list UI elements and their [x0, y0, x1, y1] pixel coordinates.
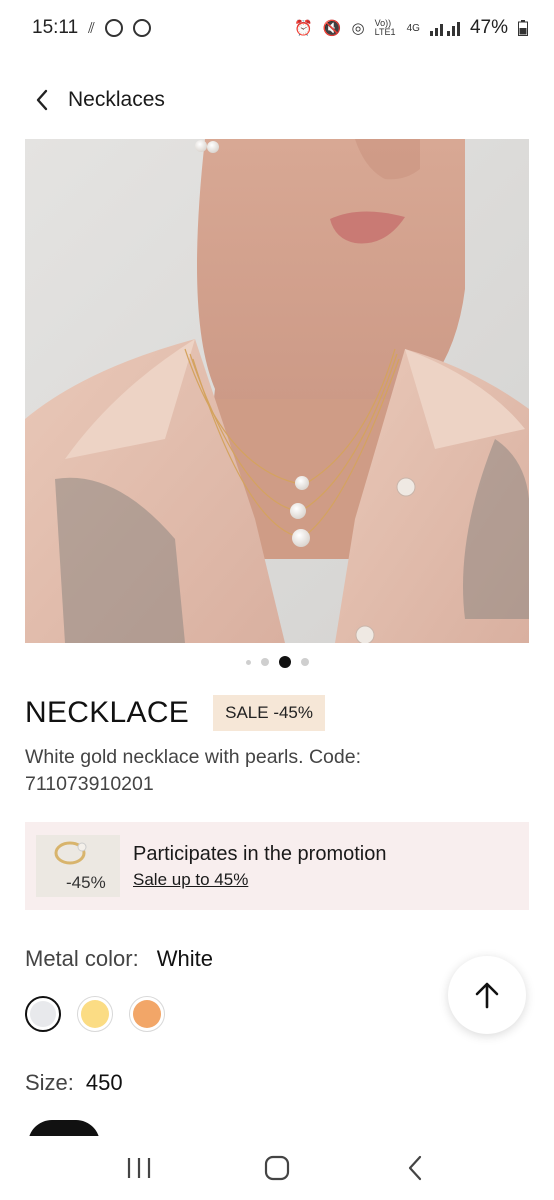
home-button[interactable]: [257, 1148, 297, 1188]
promotion-thumbnail-discount: -45%: [66, 873, 106, 892]
carousel-indicator: [0, 655, 554, 669]
product-photo-illustration: [25, 139, 529, 643]
status-left: 15:11 ⫽: [32, 17, 151, 39]
signal-icon: [429, 20, 460, 36]
mute-icon: 🔇: [322, 20, 342, 37]
recent-apps-icon: [127, 1158, 151, 1178]
promotion-texts: Participates in the promotion Sale up to…: [133, 843, 386, 890]
system-navigation-bar: [0, 1136, 554, 1200]
viber-icon-2: [132, 19, 151, 37]
home-icon: [264, 1155, 290, 1181]
network-4g-label: 4G: [406, 22, 420, 34]
carousel-dot[interactable]: [300, 658, 309, 666]
metal-color-row: Metal color: White: [25, 946, 213, 972]
carousel-dot-active[interactable]: [278, 656, 291, 668]
battery-icon: [518, 20, 528, 36]
carousel-dot[interactable]: [245, 659, 251, 665]
volte-label: Vo)) LTE1: [374, 18, 396, 37]
metal-color-swatches: [25, 996, 165, 1032]
product-name: NECKLACE: [25, 696, 190, 729]
app-header: Necklaces: [0, 72, 554, 128]
size-value: 450: [85, 1070, 123, 1095]
hotspot-icon: ◎: [351, 20, 365, 37]
promotion-title: Participates in the promotion: [133, 842, 387, 865]
metal-color-label: Metal color:: [25, 946, 139, 971]
promotion-thumbnail: -45%: [36, 835, 120, 897]
chevron-left-icon: [36, 89, 48, 111]
swatch-white[interactable]: [25, 996, 61, 1032]
arrow-up-icon: [475, 982, 499, 1009]
promotion-card[interactable]: -45% Participates in the promotion Sale …: [25, 822, 529, 910]
carousel-dot[interactable]: [260, 658, 269, 666]
product-description: White gold necklace with pearls. Code: 7…: [25, 746, 362, 795]
back-arrow-icon: [408, 1155, 422, 1181]
sale-badge: SALE -45%: [213, 695, 326, 731]
system-back-button[interactable]: [395, 1148, 435, 1188]
product-image[interactable]: [25, 139, 529, 643]
status-right: ⏰ 🔇 ◎ Vo)) LTE1 4G 47%: [294, 17, 528, 39]
swatch-yellow[interactable]: [77, 996, 113, 1032]
metal-color-value: White: [156, 946, 213, 971]
size-label: Size:: [25, 1070, 74, 1095]
size-row: Size: 450: [25, 1070, 123, 1096]
swatch-rose[interactable]: [129, 996, 165, 1032]
viber-icon: [104, 19, 123, 37]
battery-level: 47%: [469, 17, 508, 38]
recent-apps-button[interactable]: [119, 1148, 159, 1188]
promotion-link[interactable]: Sale up to 45%: [133, 870, 386, 890]
status-time: 15:11: [32, 17, 79, 38]
status-bar: 15:11 ⫽ ⏰ 🔇 ◎ Vo)) LTE1 4G 47%: [0, 0, 554, 56]
wifi-calling-icon: ⫽: [88, 19, 95, 37]
back-button[interactable]: [30, 88, 54, 112]
page-title: Necklaces: [68, 88, 165, 111]
alarm-icon: ⏰: [294, 20, 313, 37]
product-title-row: NECKLACE SALE -45%: [25, 693, 529, 733]
scroll-to-top-button[interactable]: [448, 956, 526, 1034]
